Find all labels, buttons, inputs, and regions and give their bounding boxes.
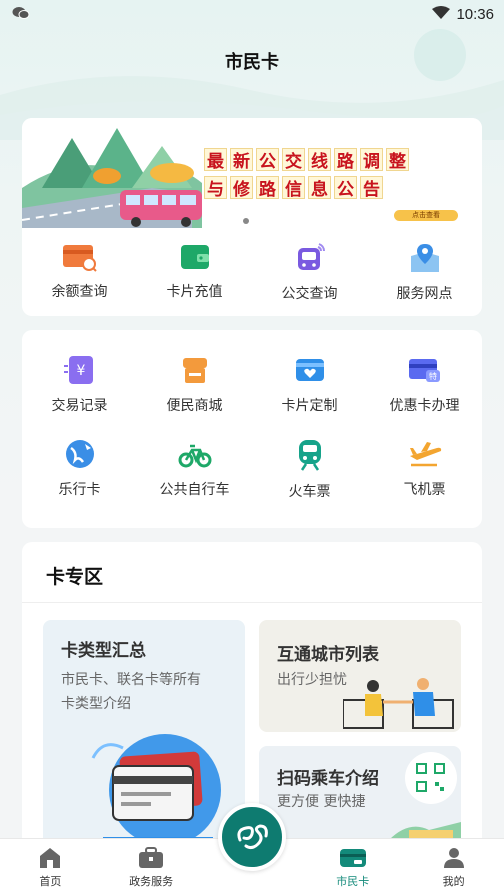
card-types-tile[interactable]: 卡类型汇总 市民卡、联名卡等所有 卡类型介绍 <box>43 620 245 860</box>
carousel-dot[interactable] <box>243 218 249 224</box>
services-row-1: ¥ 交易记录 便民商城 卡片定制 特 优惠卡办理 <box>22 354 482 415</box>
interop-cities-tile[interactable]: 互通城市列表 出行少担忧 <box>259 620 461 732</box>
svg-text:¥: ¥ <box>76 363 85 379</box>
card-heart-icon <box>295 359 324 381</box>
interop-cities-title: 互通城市列表 <box>277 645 379 665</box>
home-icon <box>40 848 61 868</box>
location-pin-icon <box>410 244 439 272</box>
service-transactions[interactable]: ¥ 交易记录 <box>22 354 137 415</box>
tab-home[interactable]: 首页 <box>0 839 101 896</box>
card-types-desc-2: 卡类型介绍 <box>61 696 131 712</box>
quick-action-balance[interactable]: 余额查询 <box>22 242 137 303</box>
service-mall[interactable]: 便民商城 <box>137 354 252 415</box>
tab-mine[interactable]: 我的 <box>403 839 504 896</box>
tab-government-services[interactable]: 政务服务 <box>101 839 202 896</box>
news-banner[interactable]: 最 新 公 交 线 路 调 整 与 修 路 信 息 公 告 点击查看 <box>22 118 482 228</box>
service-public-bike[interactable]: 公共自行车 <box>137 438 252 501</box>
quick-action-outlets[interactable]: 服务网点 <box>367 242 482 303</box>
train-icon <box>298 440 321 471</box>
discount-card-icon: 特 <box>408 359 440 382</box>
tab-citizen-card[interactable]: 市民卡 <box>302 839 403 896</box>
service-card-custom[interactable]: 卡片定制 <box>252 354 367 415</box>
service-flight-ticket[interactable]: 飞机票 <box>367 438 482 501</box>
quick-actions: 余额查询 卡片充值 公交查询 服务网点 <box>22 242 482 303</box>
yuan-receipt-icon: ¥ <box>63 356 93 384</box>
status-time: 10:36 <box>456 5 494 23</box>
wechat-icon <box>12 5 30 24</box>
brand-logo-icon <box>237 824 268 850</box>
banner-headline-line1: 最 新 公 交 线 路 调 整 <box>204 148 409 172</box>
svg-text:特: 特 <box>429 371 437 381</box>
status-bar: 10:36 <box>0 0 504 28</box>
divider <box>22 602 482 603</box>
card-types-title: 卡类型汇总 <box>61 641 146 661</box>
bicycle-icon <box>178 444 211 468</box>
services-row-2: 乐行卡 公共自行车 火车票 飞机票 <box>22 438 482 501</box>
page-title: 市民卡 <box>225 52 279 73</box>
service-lexing-card[interactable]: 乐行卡 <box>22 438 137 501</box>
wifi-icon <box>432 5 451 24</box>
card-types-desc-1: 市民卡、联名卡等所有 <box>61 672 201 688</box>
handshake-illustration <box>343 678 454 729</box>
banner-view-button[interactable]: 点击查看 <box>394 210 458 221</box>
interop-cities-desc: 出行少担忧 <box>277 672 347 688</box>
service-discount-card[interactable]: 特 优惠卡办理 <box>367 354 482 415</box>
center-action-button[interactable] <box>218 803 286 871</box>
banner-headline-line2: 与 修 路 信 息 公 告 <box>204 176 383 200</box>
globe-plane-icon <box>65 440 94 468</box>
balance-search-icon <box>62 245 97 272</box>
qr-ride-title: 扫码乘车介绍 <box>277 769 379 789</box>
qr-ride-desc: 更方便 更快捷 <box>277 794 366 810</box>
bus-icon <box>297 243 325 270</box>
airplane-icon <box>409 442 441 467</box>
quick-action-recharge[interactable]: 卡片充值 <box>137 242 252 303</box>
user-icon <box>443 848 464 868</box>
quick-action-bus[interactable]: 公交查询 <box>252 242 367 303</box>
shop-icon <box>182 358 207 383</box>
card-zone-title: 卡专区 <box>46 566 104 588</box>
banner-card: 最 新 公 交 线 路 调 整 与 修 路 信 息 公 告 点击查看 余额查询 … <box>22 118 482 316</box>
wallet-icon <box>180 245 209 269</box>
briefcase-icon <box>139 847 164 868</box>
service-train-ticket[interactable]: 火车票 <box>252 438 367 501</box>
card-icon <box>339 849 366 867</box>
services-card: ¥ 交易记录 便民商城 卡片定制 特 优惠卡办理 乐行卡 公共自行车 火车票 飞… <box>22 330 482 528</box>
